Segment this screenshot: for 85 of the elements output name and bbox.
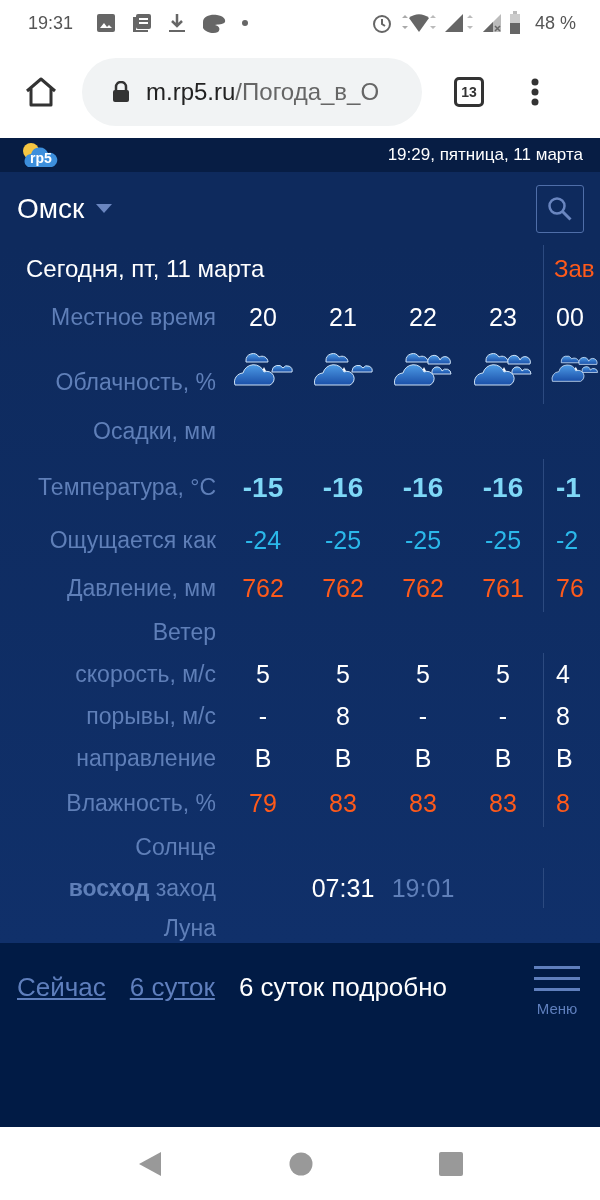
row-label: направление [75, 744, 217, 772]
wind-value: В [494, 743, 512, 773]
row-label: Местное время [50, 303, 217, 331]
row-label: восход заход [67, 874, 217, 902]
wind-value: В [414, 743, 432, 773]
wind-value: В [556, 743, 573, 773]
row-label: Ощущается как [48, 526, 217, 554]
pressure-value: 76 [556, 573, 584, 603]
wind-value: 8 [556, 701, 570, 731]
row-label: порывы, м/с [85, 702, 217, 730]
battery-icon [508, 11, 521, 35]
row-label: Давление, мм [65, 574, 217, 602]
news-icon [131, 12, 154, 34]
pressure-value: 762 [242, 573, 284, 603]
row-label: Облачность, % [54, 369, 217, 397]
hour-value: 22 [409, 302, 437, 332]
nav-tab[interactable]: Сейчас [17, 972, 106, 1003]
menu-button[interactable]: Меню [534, 963, 580, 1017]
search-icon [547, 195, 573, 222]
wind-value: - [418, 701, 428, 731]
hour-value: 20 [249, 302, 277, 332]
wind-value: В [334, 743, 352, 773]
hour-value: 21 [329, 302, 357, 332]
alarm-icon [370, 12, 393, 34]
humidity-value: 83 [489, 788, 517, 818]
feels-like-value: -25 [484, 525, 522, 555]
row-label: Ветер [151, 619, 217, 646]
day-heading: Сегодня, пт, 11 марта [25, 255, 266, 283]
pressure-value: 761 [482, 573, 524, 603]
wind-value: 8 [336, 701, 350, 731]
feels-like-value: -25 [404, 525, 442, 555]
menu-icon [534, 966, 580, 992]
hour-value: 23 [489, 302, 517, 332]
recents-icon[interactable] [439, 1151, 463, 1176]
row-label: Осадки, мм [92, 418, 217, 445]
nav-tab[interactable]: 6 суток подробно [238, 972, 448, 1003]
sunset-time: 19:01 [391, 873, 455, 903]
row-label: Температура, °C [37, 474, 217, 501]
nav-tab[interactable]: 6 суток [129, 972, 215, 1003]
image-icon [95, 12, 118, 34]
wind-value: 5 [256, 659, 270, 689]
more-icon[interactable] [531, 78, 539, 106]
dot-icon [241, 19, 250, 27]
lock-icon [112, 81, 130, 103]
date-time: 19:29, пятница, 11 марта [387, 145, 583, 165]
download-icon [167, 12, 188, 34]
status-time: 19:31 [28, 12, 74, 34]
home-icon[interactable] [24, 76, 58, 108]
feels-like-value: -25 [324, 525, 362, 555]
row-label: скорость, м/с [74, 660, 217, 688]
day-heading: Зав [543, 245, 600, 293]
tab-count-button[interactable]: 13 [454, 77, 484, 107]
caret-icon [96, 204, 113, 213]
temperature-value: -1 [556, 471, 581, 504]
wind-value: - [498, 701, 508, 731]
search-button[interactable] [536, 184, 584, 233]
wind-value: 5 [496, 659, 510, 689]
row-label: Луна [162, 915, 217, 942]
hour-value: 00 [556, 302, 584, 332]
temperature-value: -16 [482, 471, 524, 504]
home-circle-icon[interactable] [289, 1151, 313, 1176]
humidity-value: 83 [329, 788, 357, 818]
wind-value: 5 [416, 659, 430, 689]
sunrise-time: 07:31 [311, 873, 375, 903]
humidity-value: 83 [409, 788, 437, 818]
row-label: Солнце [134, 834, 217, 861]
back-icon[interactable] [137, 1149, 163, 1178]
row-label: Влажность, % [65, 789, 217, 817]
city-name[interactable]: Омск [17, 192, 85, 225]
humidity-value: 79 [249, 788, 277, 818]
battery-percent: 48 % [534, 12, 576, 34]
feels-like-value: -24 [244, 525, 282, 555]
address-field[interactable]: m.rp5.ru/Погода_в_О [82, 58, 422, 126]
wind-value: 5 [336, 659, 350, 689]
wind-value: В [254, 743, 272, 773]
humidity-value: 8 [556, 788, 570, 818]
wind-value: 4 [556, 659, 570, 689]
pressure-value: 762 [402, 573, 444, 603]
temperature-value: -16 [322, 471, 364, 504]
city-selector[interactable]: Омск [17, 192, 113, 225]
pressure-value: 762 [322, 573, 364, 603]
wind-value: - [258, 701, 268, 731]
temperature-value: -16 [402, 471, 444, 504]
temperature-value: -15 [242, 471, 284, 504]
feels-like-value: -2 [556, 525, 579, 555]
